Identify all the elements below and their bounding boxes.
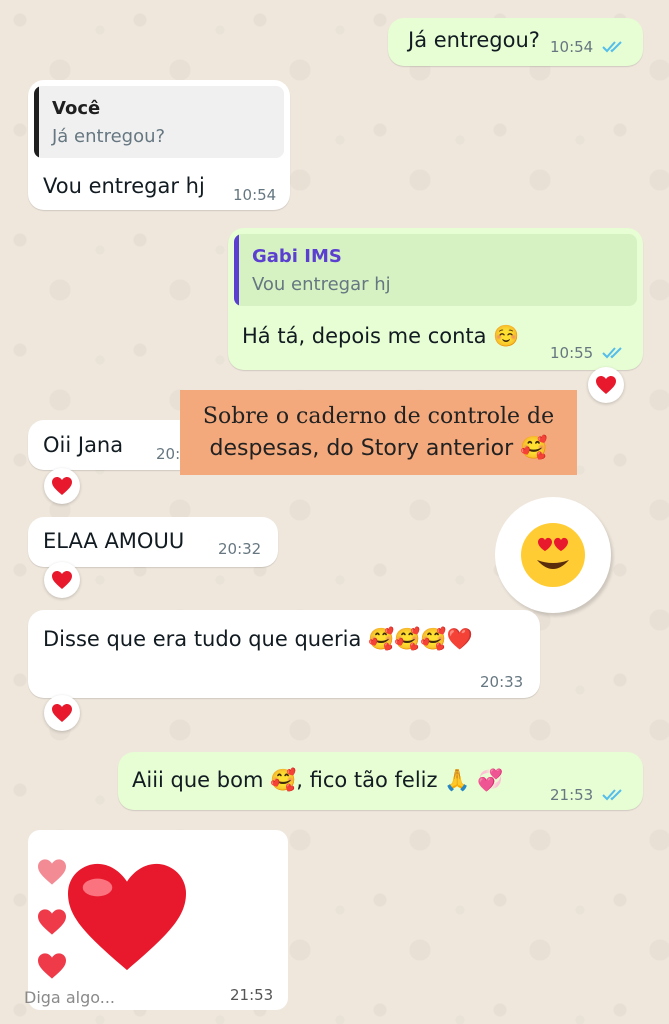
message-time: 20:32 bbox=[218, 540, 262, 558]
message-text: Oii Jana bbox=[43, 433, 124, 457]
message-bubble-outgoing[interactable]: Já entregou? 10:54 bbox=[388, 18, 643, 66]
heart-eyes-emoji-icon bbox=[521, 523, 585, 587]
quote-bar bbox=[234, 234, 239, 306]
message-time: 21:53 bbox=[230, 986, 274, 1004]
story-text-overlay: Sobre o caderno de controle de despesas,… bbox=[180, 390, 577, 475]
quote-text: Vou entregar hj bbox=[252, 274, 391, 295]
message-bubble-incoming[interactable]: Você Já entregou? Vou entregar hj 10:54 bbox=[28, 80, 290, 210]
message-text: Vou entregar hj bbox=[43, 174, 205, 198]
quoted-message[interactable]: Você Já entregou? bbox=[34, 86, 284, 158]
message-text: Aiii que bom 🥰, fico tão feliz 🙏 💞 bbox=[132, 768, 504, 792]
message-text: Disse que era tudo que queria 🥰🥰🥰❤️ bbox=[43, 627, 473, 651]
heart-icon bbox=[596, 376, 616, 394]
heart-icon bbox=[52, 477, 72, 495]
reaction-heart[interactable] bbox=[44, 468, 80, 504]
message-bubble-outgoing[interactable]: Aiii que bom 🥰, fico tão feliz 🙏 💞 21:53 bbox=[118, 752, 643, 810]
read-ticks-icon bbox=[602, 789, 622, 801]
quoted-message[interactable]: Gabi IMS Vou entregar hj bbox=[234, 234, 637, 306]
message-text: ELAA AMOUU bbox=[43, 529, 185, 553]
quote-bar bbox=[34, 86, 39, 158]
emoji-sticker[interactable] bbox=[495, 497, 611, 613]
message-time: 10:54 bbox=[233, 186, 277, 204]
overlay-line-1: Sobre o caderno de controle de bbox=[202, 403, 555, 429]
heart-icon bbox=[52, 571, 72, 589]
big-red-heart-icon bbox=[68, 863, 186, 971]
message-time: 21:53 bbox=[550, 786, 594, 804]
read-ticks-icon bbox=[602, 347, 622, 359]
read-ticks-icon bbox=[602, 41, 622, 53]
message-bubble-outgoing[interactable]: Gabi IMS Vou entregar hj Há tá, depois m… bbox=[228, 228, 643, 370]
reaction-heart[interactable] bbox=[588, 367, 624, 403]
reaction-heart[interactable] bbox=[44, 695, 80, 731]
overlay-line-2: despesas, do Story anterior 🥰 bbox=[209, 435, 548, 461]
message-bubble-incoming[interactable]: Oii Jana 20:3 bbox=[28, 420, 198, 470]
message-time: 20:33 bbox=[480, 673, 524, 691]
quote-text: Já entregou? bbox=[52, 126, 166, 147]
reaction-heart[interactable] bbox=[44, 562, 80, 598]
quote-author: Gabi IMS bbox=[252, 246, 342, 267]
message-bubble-incoming[interactable]: ELAA AMOUU 20:32 bbox=[28, 517, 278, 567]
heart-sticker-message[interactable]: 21:53 bbox=[28, 830, 288, 1010]
message-text: Já entregou? bbox=[408, 28, 540, 52]
quote-author: Você bbox=[52, 98, 101, 119]
message-time: 10:55 bbox=[550, 344, 594, 362]
message-time: 10:54 bbox=[550, 38, 594, 56]
message-bubble-incoming[interactable]: Disse que era tudo que queria 🥰🥰🥰❤️ 20:3… bbox=[28, 610, 540, 698]
heart-icon bbox=[52, 704, 72, 722]
reply-input-placeholder[interactable]: Diga algo... bbox=[24, 988, 115, 1007]
message-text: Há tá, depois me conta ☺️ bbox=[242, 324, 520, 348]
